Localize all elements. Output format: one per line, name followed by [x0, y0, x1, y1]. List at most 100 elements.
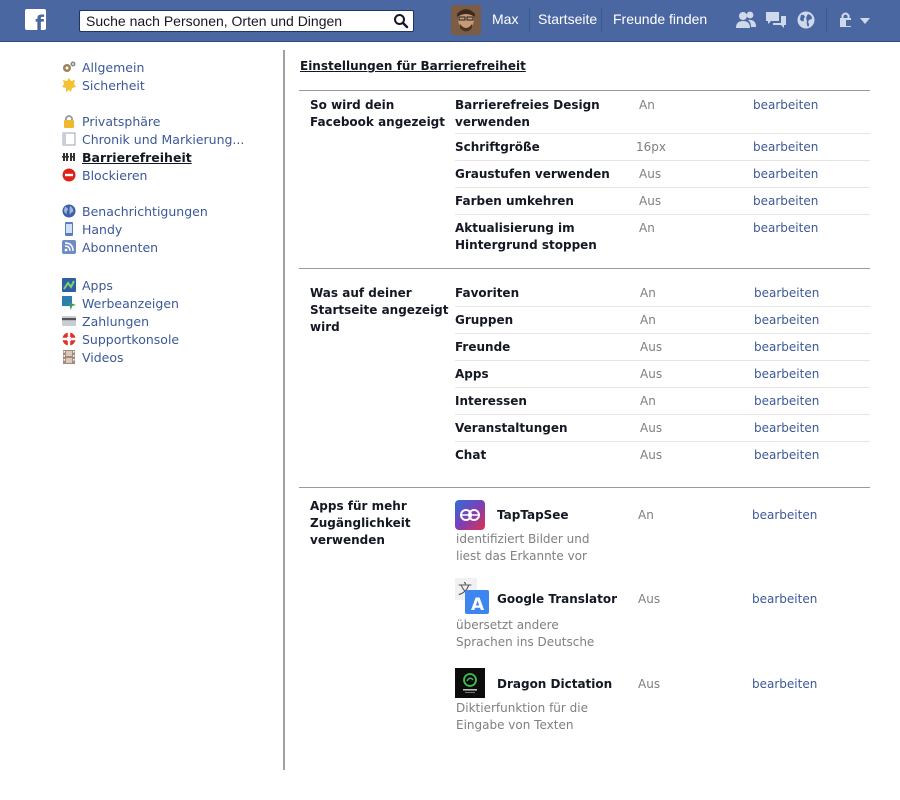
edit-link-grayscale[interactable]: bearbeiten — [753, 166, 818, 183]
apps-icon — [62, 278, 76, 292]
sidebar-item-blockieren[interactable]: Blockieren — [62, 166, 147, 184]
app-description: Diktierfunktion für die Eingabe von Text… — [456, 701, 588, 732]
row-divider — [455, 414, 870, 415]
nav-divider — [826, 8, 827, 32]
sidebar-item-label: Zahlungen — [82, 313, 150, 329]
setting-accessible-design: Barrierefreies Design verwenden — [455, 98, 600, 129]
edit-link-dragon-dictation[interactable]: bearbeiten — [752, 676, 817, 693]
setting-invert-colors: Farben umkehren — [455, 194, 574, 208]
sidebar-item-label: Handy — [82, 221, 123, 237]
edit-link-interessen[interactable]: bearbeiten — [754, 393, 819, 410]
edit-link-google-translator[interactable]: bearbeiten — [752, 591, 817, 608]
setting-value: Aus — [638, 592, 661, 606]
search-box — [79, 10, 414, 32]
sidebar-item-label: Benachrichtigungen — [82, 203, 208, 219]
sidebar-item-werbeanzeigen[interactable]: Werbeanzeigen — [62, 294, 179, 312]
friend-requests-icon[interactable] — [735, 10, 757, 30]
translate-icon: 文 A — [455, 578, 489, 614]
setting-value: Aus — [639, 194, 662, 208]
setting-value: Aus — [640, 367, 663, 381]
section-divider — [299, 90, 870, 91]
sidebar-item-supportkonsole[interactable]: Supportkonsole — [62, 330, 179, 348]
block-icon — [62, 168, 76, 182]
edit-link-freunde[interactable]: bearbeiten — [754, 339, 819, 356]
sidebar-item-label: Sicherheit — [82, 77, 145, 93]
row-divider — [455, 306, 870, 307]
setting-apps: Apps — [455, 367, 489, 381]
edit-link-font-size[interactable]: bearbeiten — [753, 139, 818, 156]
row-divider — [455, 441, 870, 442]
app-name-dragon-dictation: Dragon Dictation — [497, 677, 613, 691]
app-description: übersetzt andere Sprachen ins Deutsche — [456, 618, 595, 649]
sidebar-item-label: Privatsphäre — [82, 113, 161, 129]
find-friends-link[interactable]: Freunde finden — [613, 11, 707, 27]
avatar[interactable] — [451, 5, 481, 35]
edit-link-favoriten[interactable]: bearbeiten — [754, 285, 819, 302]
setting-background-refresh: Aktualisierung im Hintergrund stoppen — [455, 221, 597, 252]
sidebar-divider — [283, 50, 285, 770]
section-label-display: So wird dein Facebook angezeigt — [310, 98, 446, 129]
sidebar-item-label: Videos — [82, 349, 124, 365]
nav-divider — [601, 8, 602, 32]
row-divider — [455, 214, 870, 215]
setting-value: Aus — [640, 448, 663, 462]
setting-value: An — [639, 221, 655, 235]
film-icon — [63, 350, 75, 364]
top-navigation-bar: f Max Startseite Freunde finden — [0, 0, 900, 42]
sidebar-item-allgemein[interactable]: Allgemein — [62, 58, 144, 76]
edit-link-background-refresh[interactable]: bearbeiten — [753, 220, 818, 237]
sidebar-item-apps[interactable]: Apps — [62, 276, 113, 294]
facebook-logo[interactable]: f — [25, 9, 46, 30]
setting-grayscale: Graustufen verwenden — [455, 167, 610, 181]
lock-icon — [64, 115, 74, 128]
rss-icon — [62, 240, 76, 254]
row-divider — [455, 333, 870, 334]
home-link[interactable]: Startseite — [538, 11, 597, 27]
sidebar-item-label: Werbeanzeigen — [82, 295, 179, 311]
setting-value: An — [639, 98, 655, 112]
notifications-globe-icon[interactable] — [795, 10, 817, 30]
accessibility-icon — [62, 153, 75, 161]
app-name-taptapsee: TapTapSee — [497, 508, 569, 522]
sidebar-item-privatsphaere[interactable]: Privatsphäre — [62, 112, 160, 130]
search-input[interactable] — [80, 11, 385, 31]
lifebuoy-icon — [62, 332, 76, 346]
search-icon[interactable] — [393, 13, 409, 29]
timeline-icon — [62, 132, 76, 146]
setting-value: An — [640, 313, 656, 327]
taptapsee-icon — [455, 500, 485, 530]
edit-link-invert-colors[interactable]: bearbeiten — [753, 193, 818, 210]
sidebar-item-label: Barrierefreiheit — [82, 149, 192, 165]
sidebar-item-videos[interactable]: Videos — [62, 348, 124, 366]
setting-value: Aus — [638, 677, 661, 691]
section-label-homepage: Was auf deiner Startseite angezeigt wird — [310, 286, 449, 334]
messages-icon[interactable] — [765, 10, 787, 30]
sidebar-item-label: Abonnenten — [82, 239, 159, 255]
privacy-shortcuts-icon[interactable] — [838, 10, 872, 30]
sidebar-item-abonnenten[interactable]: Abonnenten — [62, 238, 158, 256]
sidebar-item-benachrichtigungen[interactable]: Benachrichtigungen — [62, 202, 208, 220]
row-divider — [455, 360, 870, 361]
sidebar-item-zahlungen[interactable]: Zahlungen — [62, 312, 149, 330]
edit-link-gruppen[interactable]: bearbeiten — [754, 312, 819, 329]
sidebar-item-sicherheit[interactable]: Sicherheit — [62, 76, 145, 94]
edit-link-veranstaltungen[interactable]: bearbeiten — [754, 420, 819, 437]
setting-freunde: Freunde — [455, 340, 511, 354]
sidebar-item-barrierefreiheit[interactable]: Barrierefreiheit — [62, 148, 192, 166]
setting-interessen: Interessen — [455, 394, 527, 408]
edit-link-apps[interactable]: bearbeiten — [754, 366, 819, 383]
setting-chat: Chat — [455, 448, 487, 462]
page-title: Einstellungen für Barrierefreiheit — [300, 59, 526, 73]
edit-link-chat[interactable]: bearbeiten — [754, 447, 819, 464]
row-divider — [455, 133, 870, 134]
sidebar-item-handy[interactable]: Handy — [62, 220, 122, 238]
edit-link-accessible-design[interactable]: bearbeiten — [753, 97, 818, 114]
edit-link-taptapsee[interactable]: bearbeiten — [752, 507, 817, 524]
app-name-google-translator: Google Translator — [497, 592, 618, 606]
dragon-icon — [455, 668, 485, 698]
profile-link[interactable]: Max — [492, 11, 518, 27]
svg-text:A: A — [471, 595, 485, 614]
security-badge-icon — [62, 78, 76, 92]
sidebar-item-chronik[interactable]: Chronik und Markierung... — [62, 130, 244, 148]
nav-divider — [529, 8, 530, 32]
